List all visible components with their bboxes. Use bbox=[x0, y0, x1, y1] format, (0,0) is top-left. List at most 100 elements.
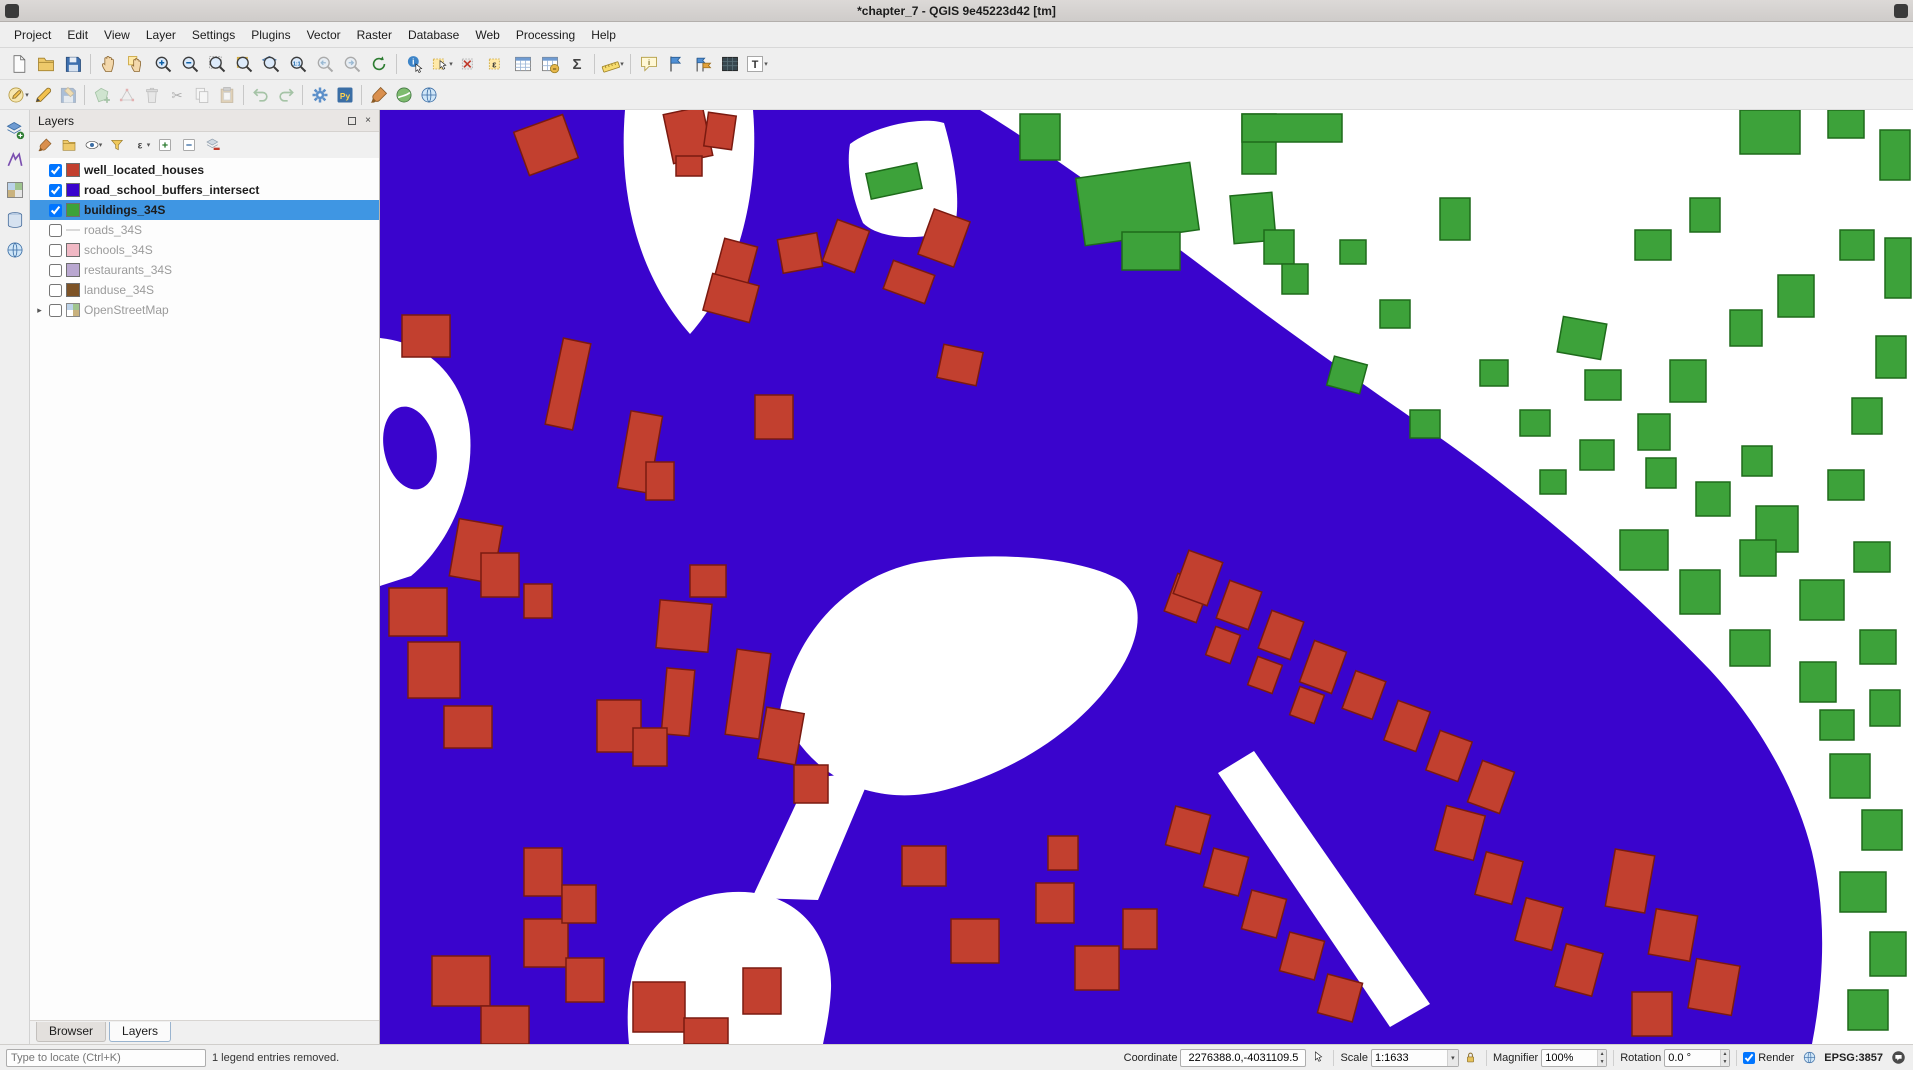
open-project-button[interactable] bbox=[32, 51, 59, 77]
layer-visibility-checkbox[interactable] bbox=[49, 204, 62, 217]
menu-item-view[interactable]: View bbox=[96, 24, 138, 46]
layer-item-buildings_34s[interactable]: buildings_34S bbox=[30, 200, 379, 220]
add-raster-layer-button[interactable] bbox=[3, 178, 27, 202]
add-polygon-feature-button[interactable] bbox=[89, 83, 114, 107]
layer-item-schools_34s[interactable]: schools_34S bbox=[30, 240, 379, 260]
messages-button[interactable] bbox=[1889, 1049, 1907, 1067]
text-annotation-button[interactable]: ▾ bbox=[743, 51, 770, 77]
layer-visibility-checkbox[interactable] bbox=[49, 244, 62, 257]
collapse-all-button[interactable] bbox=[178, 134, 200, 156]
save-project-button[interactable] bbox=[59, 51, 86, 77]
panel-close-button[interactable]: × bbox=[361, 114, 375, 128]
zoom-out-button[interactable] bbox=[176, 51, 203, 77]
rotation-spin-buttons[interactable]: ▲▼ bbox=[1720, 1050, 1729, 1066]
layer-visibility-checkbox[interactable] bbox=[49, 284, 62, 297]
scale-combo[interactable]: ▾ bbox=[1371, 1049, 1459, 1067]
menu-item-web[interactable]: Web bbox=[467, 24, 507, 46]
copy-features-button[interactable] bbox=[189, 83, 214, 107]
filter-legend-by-expression-button[interactable]: ▾ bbox=[130, 134, 152, 156]
menu-item-settings[interactable]: Settings bbox=[184, 24, 243, 46]
layer-visibility-checkbox[interactable] bbox=[49, 304, 62, 317]
tab-layers[interactable]: Layers bbox=[109, 1022, 171, 1042]
layer-visibility-checkbox[interactable] bbox=[49, 264, 62, 277]
open-attribute-table-button[interactable] bbox=[509, 51, 536, 77]
render-toggle[interactable]: Render bbox=[1743, 1052, 1794, 1064]
delete-selected-button[interactable] bbox=[139, 83, 164, 107]
menu-item-processing[interactable]: Processing bbox=[508, 24, 583, 46]
magnifier-spinbox[interactable]: ▲▼ bbox=[1541, 1049, 1607, 1067]
crs-status[interactable]: EPSG:3857 bbox=[1824, 1052, 1883, 1064]
expand-all-button[interactable] bbox=[154, 134, 176, 156]
map-tips-button[interactable] bbox=[635, 51, 662, 77]
select-features-button[interactable]: ▾ bbox=[428, 51, 455, 77]
zoom-to-layer-button[interactable] bbox=[257, 51, 284, 77]
add-database-layer-button[interactable] bbox=[3, 208, 27, 232]
zoom-last-button[interactable] bbox=[311, 51, 338, 77]
map-canvas[interactable] bbox=[380, 110, 1913, 1044]
layer-expander-icon[interactable]: ▸ bbox=[34, 305, 45, 316]
menu-item-database[interactable]: Database bbox=[400, 24, 467, 46]
new-project-button[interactable] bbox=[5, 51, 32, 77]
paste-features-button[interactable] bbox=[214, 83, 239, 107]
add-vector-layer-button[interactable] bbox=[3, 148, 27, 172]
tab-browser[interactable]: Browser bbox=[36, 1022, 106, 1042]
lock-scale-icon[interactable] bbox=[1462, 1049, 1480, 1067]
deselect-features-button[interactable] bbox=[455, 51, 482, 77]
cut-features-button[interactable] bbox=[164, 83, 189, 107]
identify-features-button[interactable] bbox=[401, 51, 428, 77]
menu-item-project[interactable]: Project bbox=[6, 24, 59, 46]
locate-input[interactable] bbox=[6, 1049, 206, 1067]
extents-toggle-button[interactable] bbox=[1309, 1049, 1327, 1067]
add-group-button[interactable] bbox=[58, 134, 80, 156]
quickmap-services-button[interactable] bbox=[416, 83, 441, 107]
zoom-next-button[interactable] bbox=[338, 51, 365, 77]
field-calculator-button[interactable] bbox=[536, 51, 563, 77]
new-spatial-bookmark-button[interactable] bbox=[662, 51, 689, 77]
layer-visibility-checkbox[interactable] bbox=[49, 164, 62, 177]
show-spatial-bookmarks-button[interactable] bbox=[689, 51, 716, 77]
open-layer-styling-button[interactable] bbox=[34, 134, 56, 156]
manage-map-themes-button[interactable]: ▾ bbox=[82, 134, 104, 156]
statistical-summary-button[interactable] bbox=[563, 51, 590, 77]
filter-legend-button[interactable] bbox=[106, 134, 128, 156]
layer-item-well_located_houses[interactable]: well_located_houses bbox=[30, 160, 379, 180]
zoom-in-button[interactable] bbox=[149, 51, 176, 77]
layer-visibility-checkbox[interactable] bbox=[49, 184, 62, 197]
layer-item-openstreetmap[interactable]: ▸OpenStreetMap bbox=[30, 300, 379, 320]
menu-item-vector[interactable]: Vector bbox=[299, 24, 349, 46]
panel-float-button[interactable] bbox=[345, 114, 359, 128]
pan-map-button[interactable] bbox=[95, 51, 122, 77]
rotation-input[interactable] bbox=[1665, 1050, 1720, 1066]
measure-line-button[interactable]: ▾ bbox=[599, 51, 626, 77]
magnifier-spin-buttons[interactable]: ▲▼ bbox=[1597, 1050, 1606, 1066]
new-map-view-button[interactable] bbox=[716, 51, 743, 77]
zoom-native-button[interactable] bbox=[284, 51, 311, 77]
layer-item-road_school_buffers_intersect[interactable]: road_school_buffers_intersect bbox=[30, 180, 379, 200]
layer-item-roads_34s[interactable]: roads_34S bbox=[30, 220, 379, 240]
select-by-expression-button[interactable] bbox=[482, 51, 509, 77]
undo-button[interactable] bbox=[248, 83, 273, 107]
menu-item-layer[interactable]: Layer bbox=[138, 24, 184, 46]
add-web-layer-button[interactable] bbox=[3, 238, 27, 262]
layer-visibility-checkbox[interactable] bbox=[49, 224, 62, 237]
menu-item-raster[interactable]: Raster bbox=[349, 24, 400, 46]
save-layer-edits-button[interactable] bbox=[55, 83, 80, 107]
python-console-button[interactable] bbox=[332, 83, 357, 107]
crs-globe-icon[interactable] bbox=[1800, 1049, 1818, 1067]
toggle-editing-button[interactable] bbox=[30, 83, 55, 107]
layer-item-restaurants_34s[interactable]: restaurants_34S bbox=[30, 260, 379, 280]
open-data-source-manager-button[interactable] bbox=[3, 118, 27, 142]
processing-toolbox-button[interactable] bbox=[307, 83, 332, 107]
zoom-to-selection-button[interactable] bbox=[230, 51, 257, 77]
refresh-map-button[interactable] bbox=[365, 51, 392, 77]
coordinate-input[interactable] bbox=[1180, 1049, 1306, 1067]
zoom-full-button[interactable] bbox=[203, 51, 230, 77]
layer-item-landuse_34s[interactable]: landuse_34S bbox=[30, 280, 379, 300]
rotation-spinbox[interactable]: ▲▼ bbox=[1664, 1049, 1730, 1067]
menu-item-help[interactable]: Help bbox=[583, 24, 624, 46]
magnifier-input[interactable] bbox=[1542, 1050, 1597, 1066]
redo-button[interactable] bbox=[273, 83, 298, 107]
current-edits-button[interactable]: ▾ bbox=[5, 83, 30, 107]
pan-to-selection-button[interactable] bbox=[122, 51, 149, 77]
render-checkbox[interactable] bbox=[1743, 1052, 1755, 1064]
